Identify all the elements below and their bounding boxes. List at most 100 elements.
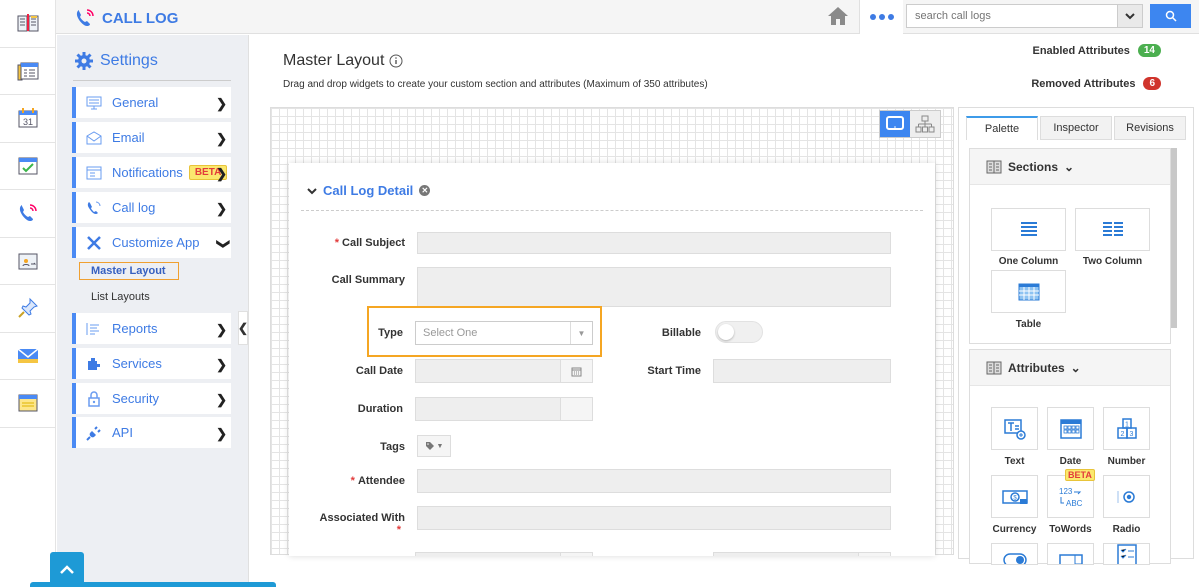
widget-checklist[interactable] — [1103, 543, 1150, 565]
start-time-label: Start Time — [647, 365, 701, 377]
associated-with-field[interactable] — [417, 506, 891, 530]
collapse-sidebar-button[interactable]: ❮ — [238, 311, 248, 345]
sidebar-item-email[interactable]: Email ❯ — [72, 122, 231, 153]
chevron-right-icon: ❯ — [216, 322, 227, 337]
puzzle-icon — [88, 357, 100, 370]
sidebar-item-customize-app[interactable]: Customize App ❯ — [72, 227, 232, 258]
sidebar-item-services[interactable]: Services ❯ — [72, 348, 231, 379]
home-button[interactable] — [826, 5, 850, 29]
sidebar-item-label: Customize App — [112, 235, 200, 250]
search-filter-dropdown[interactable] — [1117, 4, 1143, 28]
sidebar-item-reports[interactable]: Reports ❯ — [72, 313, 231, 344]
more-button[interactable] — [859, 0, 903, 34]
calendar-picker-button[interactable] — [560, 359, 593, 383]
required-mark: * — [350, 475, 355, 487]
rail-item-tasks[interactable] — [0, 143, 55, 190]
page-title-text: Master Layout — [283, 52, 385, 69]
sidebar-item-api[interactable]: API ❯ — [72, 417, 231, 448]
call-subject-label: * Call Subject — [309, 237, 405, 249]
call-subject-field[interactable] — [417, 232, 891, 254]
attributes-header[interactable]: Attributes ⌄ — [970, 350, 1170, 386]
hierarchy-view-button[interactable] — [910, 111, 940, 137]
associated-with-label: Associated With * — [309, 512, 405, 536]
widget-label: Text — [1004, 456, 1025, 467]
section-title: Call Log Detail — [323, 183, 414, 198]
sidebar-item-security[interactable]: Security ❯ — [72, 383, 231, 414]
two-column-icon — [1102, 221, 1123, 236]
sidebar-item-label: Services — [112, 356, 162, 371]
search-input[interactable] — [906, 4, 1143, 28]
chevron-right-icon: ❯ — [216, 131, 227, 146]
widget-currency[interactable]: $ — [991, 475, 1038, 518]
rail-item-mail[interactable] — [0, 333, 55, 380]
settings-title: Settings — [100, 52, 158, 69]
partial-field[interactable] — [415, 552, 561, 556]
rail-item-call-log[interactable] — [0, 190, 55, 238]
tab-inspector[interactable]: Inspector — [1040, 116, 1112, 140]
widget-dropdown[interactable] — [1047, 543, 1094, 565]
call-summary-field[interactable] — [417, 267, 891, 307]
sidebar-item-label: Security — [112, 391, 159, 406]
layout-icon — [986, 160, 1002, 173]
rail-item-notes[interactable] — [0, 380, 55, 428]
billable-toggle[interactable] — [715, 321, 763, 343]
sections-header[interactable]: Sections ⌄ — [970, 149, 1170, 185]
widget-number[interactable]: 123 — [1103, 407, 1150, 450]
widget-text[interactable] — [991, 407, 1038, 450]
attributes-title: Attributes — [1008, 360, 1065, 375]
widget-table[interactable] — [991, 270, 1066, 313]
subitem-list-layouts[interactable]: List Layouts — [91, 291, 150, 303]
duration-field[interactable] — [415, 397, 561, 421]
start-time-field[interactable] — [713, 359, 891, 383]
tab-palette[interactable]: Palette — [966, 116, 1038, 140]
tags-label: Tags — [380, 441, 405, 453]
remove-section-icon[interactable]: ✕ — [419, 185, 431, 196]
rail-item-contacts[interactable] — [0, 48, 55, 95]
rail-item-calendar[interactable]: 31 — [0, 95, 55, 143]
attendee-field[interactable] — [417, 469, 891, 493]
section-header[interactable]: Call Log Detail ✕ — [307, 183, 431, 198]
towords-beta-badge: BETA — [1065, 469, 1095, 481]
pin-icon — [17, 298, 38, 318]
subitem-master-layout[interactable]: Master Layout — [79, 262, 179, 280]
sidebar-item-label: API — [112, 425, 133, 440]
call-date-field[interactable] — [415, 359, 561, 383]
chevron-down-icon: ⌄ — [1070, 360, 1081, 375]
widget-one-column[interactable] — [991, 208, 1066, 251]
search-button[interactable] — [1150, 4, 1191, 28]
sidebar-item-general[interactable]: General ❯ — [72, 87, 231, 118]
widget-toggle[interactable] — [991, 543, 1038, 565]
app-brand[interactable]: CALL LOG — [74, 7, 178, 29]
call-log-icon — [19, 204, 37, 222]
tab-revisions[interactable]: Revisions — [1114, 116, 1186, 140]
folder-user-icon — [18, 253, 37, 270]
widget-radio[interactable] — [1103, 475, 1150, 518]
sidebar-item-label: Email — [112, 130, 145, 145]
tags-dropdown-button[interactable]: ▼ — [417, 435, 451, 457]
removed-attributes[interactable]: Removed Attributes 6 — [1031, 77, 1161, 90]
more-dot — [887, 14, 894, 20]
type-select[interactable]: Select One ▼ — [415, 321, 593, 345]
monitor-icon — [886, 116, 904, 130]
partial-field[interactable] — [713, 552, 859, 556]
widget-date[interactable] — [1047, 407, 1094, 450]
rail-item-folder-user[interactable] — [0, 238, 55, 285]
dropdown-icon — [1058, 554, 1083, 564]
reports-icon — [86, 322, 99, 335]
widget-towords[interactable]: 123 ABC — [1047, 475, 1094, 518]
rail-item-pin[interactable] — [0, 285, 55, 333]
enabled-attributes[interactable]: Enabled Attributes 14 — [1032, 44, 1161, 57]
layout-canvas[interactable]: Call Log Detail ✕ * Call Subject Call Sum… — [270, 107, 979, 556]
phone-icon — [87, 201, 101, 214]
svg-text:31: 31 — [22, 117, 32, 127]
more-dot — [878, 14, 885, 20]
sidebar-item-notifications[interactable]: Notifications BETA ❯ — [72, 157, 231, 188]
widget-two-column[interactable] — [1075, 208, 1150, 251]
desktop-view-button[interactable] — [880, 111, 910, 137]
info-icon[interactable] — [389, 54, 403, 68]
partial-addon — [858, 552, 891, 556]
rail-item-book[interactable] — [0, 0, 55, 48]
bottom-bar[interactable] — [30, 582, 276, 587]
sidebar-item-call-log[interactable]: Call log ❯ — [72, 192, 231, 223]
type-placeholder: Select One — [423, 327, 478, 339]
